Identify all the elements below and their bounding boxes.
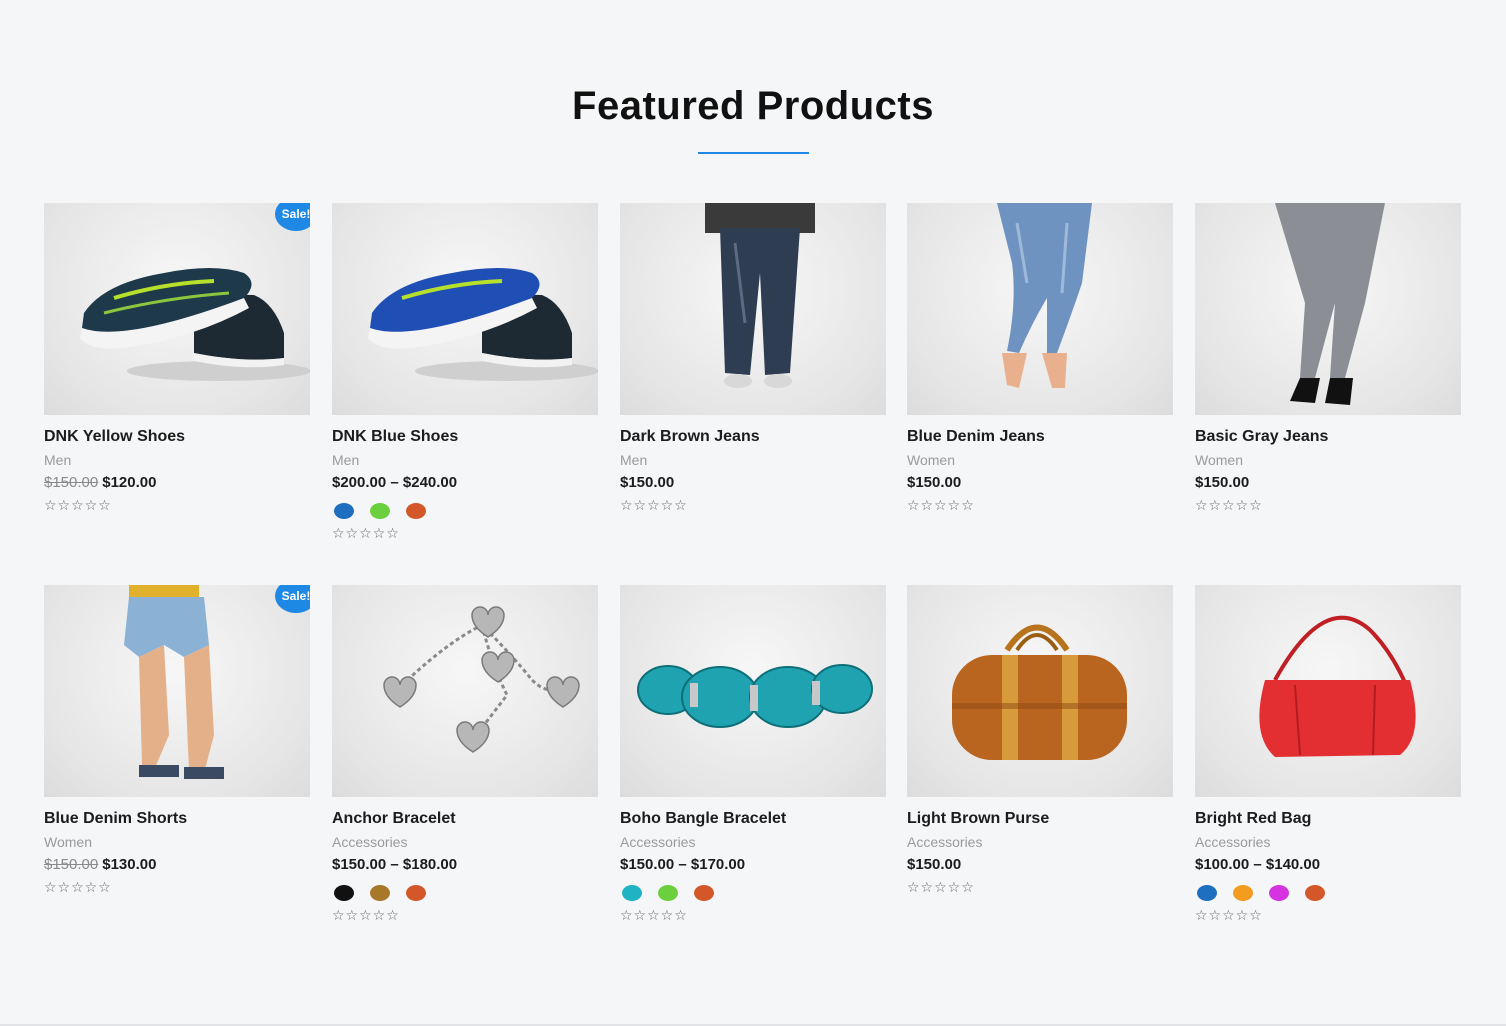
rating-stars-icon: ☆☆☆☆☆: [1195, 907, 1263, 923]
color-swatch[interactable]: [694, 885, 714, 901]
product-price: $100.00 – $140.00: [1195, 856, 1461, 873]
color-swatch[interactable]: [370, 885, 390, 901]
product-card[interactable]: Dark Brown Jeans Men $150.00 ☆☆☆☆☆: [620, 203, 886, 514]
product-card[interactable]: Bright Red Bag Accessories $100.00 – $140.…: [1195, 585, 1461, 924]
product-price: $150.00 – $180.00: [332, 856, 598, 873]
product-card[interactable]: Boho Bangle Bracelet Accessories $150.00 –…: [620, 585, 886, 924]
current-price: $150.00: [620, 474, 675, 491]
product-price: $150.00: [1195, 474, 1461, 491]
color-swatch[interactable]: [658, 885, 678, 901]
color-swatch[interactable]: [370, 503, 390, 519]
old-price: $150.00: [44, 856, 99, 873]
color-swatches: [1197, 885, 1461, 901]
product-price: $150.00 – $170.00: [620, 856, 886, 873]
color-swatches: [334, 885, 598, 901]
current-price: $150.00: [907, 856, 962, 873]
rating-stars-icon: ☆☆☆☆☆: [44, 497, 112, 513]
product-category[interactable]: Men: [44, 452, 310, 468]
product-title[interactable]: Bright Red Bag: [1195, 810, 1461, 828]
color-swatch[interactable]: [1233, 885, 1253, 901]
product-card[interactable]: Light Brown Purse Accessories $150.00 ☆☆☆☆☆: [907, 585, 1173, 896]
product-category[interactable]: Men: [620, 452, 886, 468]
product-card[interactable]: Blue Denim Jeans Women $150.00 ☆☆☆☆☆: [907, 203, 1173, 514]
rating-stars-icon: ☆☆☆☆☆: [332, 907, 400, 923]
current-price: $150.00: [907, 474, 962, 491]
product-image[interactable]: [1195, 203, 1461, 415]
color-swatches: [334, 503, 598, 519]
product-image[interactable]: [332, 585, 598, 797]
product-image[interactable]: [620, 203, 886, 415]
product-price: $150.00: [907, 474, 1173, 491]
color-swatch[interactable]: [334, 503, 354, 519]
product-category[interactable]: Women: [907, 452, 1173, 468]
product-card[interactable]: DNK Blue Shoes Men $200.00 – $240.00 ☆☆☆☆☆: [332, 203, 598, 542]
product-category[interactable]: Men: [332, 452, 598, 468]
rating-stars-icon: ☆☆☆☆☆: [1195, 497, 1263, 513]
color-swatch[interactable]: [1269, 885, 1289, 901]
current-price: $100.00 – $140.00: [1195, 856, 1321, 873]
rating-stars-icon: ☆☆☆☆☆: [907, 497, 975, 513]
current-price: $200.00 – $240.00: [332, 474, 458, 491]
product-title[interactable]: Basic Gray Jeans: [1195, 428, 1461, 446]
product-category[interactable]: Accessories: [1195, 834, 1461, 850]
product-title[interactable]: Boho Bangle Bracelet: [620, 810, 886, 828]
product-price: $150.00 $130.00: [44, 856, 310, 873]
product-card[interactable]: Basic Gray Jeans Women $150.00 ☆☆☆☆☆: [1195, 203, 1461, 514]
current-price: $130.00: [102, 856, 157, 873]
color-swatch[interactable]: [1197, 885, 1217, 901]
product-title[interactable]: Dark Brown Jeans: [620, 428, 886, 446]
current-price: $150.00 – $180.00: [332, 856, 458, 873]
rating-stars-icon: ☆☆☆☆☆: [332, 525, 400, 541]
current-price: $150.00: [1195, 474, 1250, 491]
color-swatches: [622, 885, 886, 901]
product-title[interactable]: Light Brown Purse: [907, 810, 1173, 828]
product-category[interactable]: Women: [44, 834, 310, 850]
product-category[interactable]: Accessories: [620, 834, 886, 850]
product-title[interactable]: Blue Denim Shorts: [44, 810, 310, 828]
product-image[interactable]: [907, 203, 1173, 415]
color-swatch[interactable]: [1305, 885, 1325, 901]
product-price: $200.00 – $240.00: [332, 474, 598, 491]
current-price: $120.00: [102, 474, 157, 491]
product-image[interactable]: [332, 203, 598, 415]
product-image[interactable]: Sale!: [44, 585, 310, 797]
color-swatch[interactable]: [622, 885, 642, 901]
color-swatch[interactable]: [406, 503, 426, 519]
rating-stars-icon: ☆☆☆☆☆: [620, 497, 688, 513]
product-card[interactable]: Sale! DNK Yellow Shoes Men $150.00 $120.00 ☆☆…: [44, 203, 310, 514]
title-underline: [698, 152, 809, 154]
section-title: Featured Products: [572, 84, 934, 128]
product-image[interactable]: Sale!: [44, 203, 310, 415]
product-card[interactable]: Sale! Blue Denim Shorts Women $150.00 $130.0…: [44, 585, 310, 896]
product-image[interactable]: [620, 585, 886, 797]
product-title[interactable]: Anchor Bracelet: [332, 810, 598, 828]
color-swatch[interactable]: [334, 885, 354, 901]
product-title[interactable]: DNK Yellow Shoes: [44, 428, 310, 446]
product-price: $150.00: [907, 856, 1173, 873]
product-price: $150.00 $120.00: [44, 474, 310, 491]
product-title[interactable]: Blue Denim Jeans: [907, 428, 1173, 446]
current-price: $150.00 – $170.00: [620, 856, 746, 873]
product-price: $150.00: [620, 474, 886, 491]
color-swatch[interactable]: [406, 885, 426, 901]
product-card[interactable]: Anchor Bracelet Accessories $150.00 – $180…: [332, 585, 598, 924]
rating-stars-icon: ☆☆☆☆☆: [44, 879, 112, 895]
rating-stars-icon: ☆☆☆☆☆: [907, 879, 975, 895]
product-category[interactable]: Accessories: [332, 834, 598, 850]
product-category[interactable]: Women: [1195, 452, 1461, 468]
product-title[interactable]: DNK Blue Shoes: [332, 428, 598, 446]
old-price: $150.00: [44, 474, 99, 491]
product-image[interactable]: [1195, 585, 1461, 797]
rating-stars-icon: ☆☆☆☆☆: [620, 907, 688, 923]
product-image[interactable]: [907, 585, 1173, 797]
product-category[interactable]: Accessories: [907, 834, 1173, 850]
